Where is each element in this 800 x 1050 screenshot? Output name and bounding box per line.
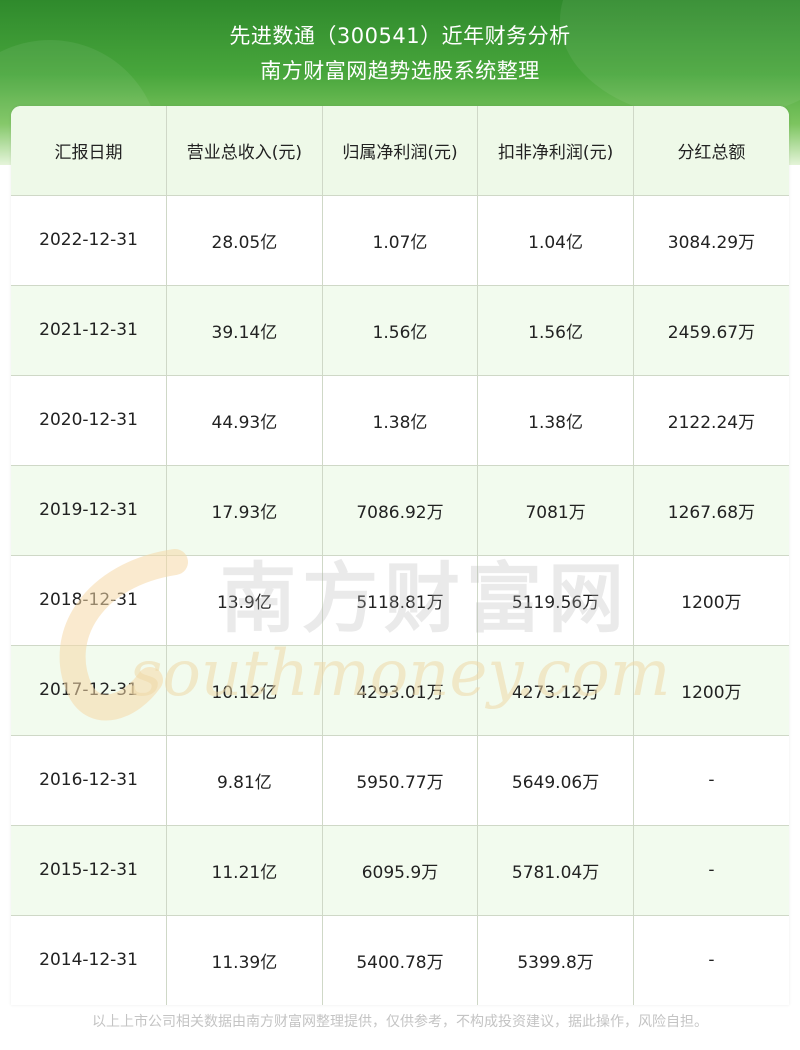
- cell-net-profit: 7086.92万: [322, 465, 479, 556]
- page-title: 先进数通（300541）近年财务分析: [229, 24, 571, 48]
- cell-net-profit: 4293.01万: [322, 645, 479, 736]
- cell-report-date: 2022-12-31: [11, 195, 168, 286]
- column-header-net-profit: 归属净利润(元): [322, 106, 479, 196]
- financial-table-card: 汇报日期 营业总收入(元) 归属净利润(元) 扣非净利润(元) 分红总额 202…: [11, 106, 789, 1005]
- cell-net-profit: 5950.77万: [322, 735, 479, 826]
- cell-deducted-net-profit: 1.56亿: [477, 285, 634, 376]
- footer-disclaimer: 以上上市公司相关数据由南方财富网整理提供，仅供参考，不构成投资建议，据此操作，风…: [92, 1014, 708, 1030]
- cell-revenue: 39.14亿: [166, 285, 323, 376]
- table-row: 2016-12-31 9.81亿 5950.77万 5649.06万 -: [11, 735, 789, 826]
- cell-revenue: 9.81亿: [166, 735, 323, 826]
- cell-revenue: 11.21亿: [166, 825, 323, 916]
- cell-deducted-net-profit: 1.38亿: [477, 375, 634, 466]
- table-row: 2020-12-31 44.93亿 1.38亿 1.38亿 2122.24万: [11, 375, 789, 466]
- cell-dividend: -: [633, 915, 789, 1005]
- cell-revenue: 44.93亿: [166, 375, 323, 466]
- cell-dividend: -: [633, 825, 789, 916]
- cell-net-profit: 5118.81万: [322, 555, 479, 646]
- table-row: 2019-12-31 17.93亿 7086.92万 7081万 1267.68…: [11, 465, 789, 556]
- cell-net-profit: 1.07亿: [322, 195, 479, 286]
- cell-dividend: -: [633, 735, 789, 826]
- cell-report-date: 2015-12-31: [11, 825, 168, 916]
- cell-revenue: 13.9亿: [166, 555, 323, 646]
- column-header-dividend: 分红总额: [633, 106, 789, 196]
- cell-deducted-net-profit: 7081万: [477, 465, 634, 556]
- table-row: 2018-12-31 13.9亿 5118.81万 5119.56万 1200万: [11, 555, 789, 646]
- table-row: 2021-12-31 39.14亿 1.56亿 1.56亿 2459.67万: [11, 285, 789, 376]
- cell-revenue: 11.39亿: [166, 915, 323, 1005]
- cell-dividend: 1200万: [633, 555, 789, 646]
- cell-deducted-net-profit: 4273.12万: [477, 645, 634, 736]
- table-header-row: 汇报日期 营业总收入(元) 归属净利润(元) 扣非净利润(元) 分红总额: [11, 106, 789, 196]
- cell-revenue: 17.93亿: [166, 465, 323, 556]
- table-row: 2014-12-31 11.39亿 5400.78万 5399.8万 -: [11, 915, 789, 1005]
- cell-report-date: 2019-12-31: [11, 465, 168, 556]
- cell-revenue: 10.12亿: [166, 645, 323, 736]
- cell-deducted-net-profit: 5399.8万: [477, 915, 634, 1005]
- table-row: 2015-12-31 11.21亿 6095.9万 5781.04万 -: [11, 825, 789, 916]
- cell-deducted-net-profit: 5649.06万: [477, 735, 634, 826]
- cell-report-date: 2021-12-31: [11, 285, 168, 376]
- column-header-revenue: 营业总收入(元): [166, 106, 323, 196]
- cell-net-profit: 1.56亿: [322, 285, 479, 376]
- cell-net-profit: 6095.9万: [322, 825, 479, 916]
- cell-revenue: 28.05亿: [166, 195, 323, 286]
- cell-dividend: 2459.67万: [633, 285, 789, 376]
- cell-dividend: 2122.24万: [633, 375, 789, 466]
- cell-dividend: 3084.29万: [633, 195, 789, 286]
- cell-report-date: 2018-12-31: [11, 555, 168, 646]
- table-row: 2022-12-31 28.05亿 1.07亿 1.04亿 3084.29万: [11, 195, 789, 286]
- cell-report-date: 2014-12-31: [11, 915, 168, 1005]
- cell-net-profit: 1.38亿: [322, 375, 479, 466]
- financial-table: 汇报日期 营业总收入(元) 归属净利润(元) 扣非净利润(元) 分红总额 202…: [11, 106, 789, 1005]
- cell-deducted-net-profit: 5781.04万: [477, 825, 634, 916]
- cell-report-date: 2020-12-31: [11, 375, 168, 466]
- column-header-report-date: 汇报日期: [11, 106, 168, 196]
- cell-dividend: 1200万: [633, 645, 789, 736]
- page-subtitle: 南方财富网趋势选股系统整理: [260, 59, 540, 83]
- cell-report-date: 2016-12-31: [11, 735, 168, 826]
- cell-dividend: 1267.68万: [633, 465, 789, 556]
- cell-net-profit: 5400.78万: [322, 915, 479, 1005]
- column-header-deducted-net-profit: 扣非净利润(元): [477, 106, 634, 196]
- cell-deducted-net-profit: 5119.56万: [477, 555, 634, 646]
- cell-deducted-net-profit: 1.04亿: [477, 195, 634, 286]
- cell-report-date: 2017-12-31: [11, 645, 168, 736]
- table-row: 2017-12-31 10.12亿 4293.01万 4273.12万 1200…: [11, 645, 789, 736]
